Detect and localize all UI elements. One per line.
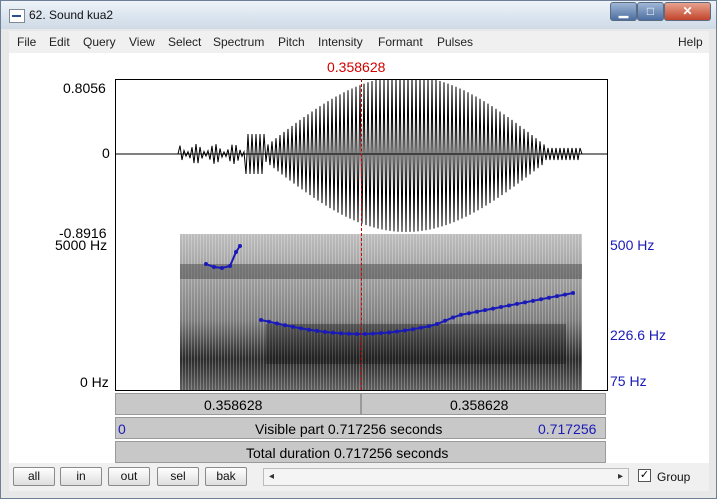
menu-pulses[interactable]: Pulses xyxy=(437,35,473,49)
selection-right-label: 0.358628 xyxy=(450,397,509,413)
pitch-point xyxy=(283,323,287,328)
app-icon xyxy=(9,9,25,23)
pitch-point xyxy=(419,325,423,330)
visible-start-label: 0 xyxy=(118,421,126,437)
pitch-point xyxy=(371,331,375,336)
pitch-point xyxy=(291,324,295,329)
group-checkbox[interactable]: ✓ xyxy=(638,469,651,482)
scroll-left-arrow-icon[interactable]: ◂ xyxy=(264,469,279,485)
pitch-point xyxy=(555,294,559,299)
close-button[interactable]: ✕ xyxy=(664,2,711,21)
spectrogram-min-freq-label: 0 Hz xyxy=(80,374,109,390)
zoom-out-button[interactable]: out xyxy=(108,467,150,486)
pitch-point xyxy=(259,318,263,322)
pitch-point xyxy=(443,318,447,323)
pitch-point xyxy=(228,264,232,268)
zoom-in-button[interactable]: in xyxy=(60,467,102,486)
menu-formant[interactable]: Formant xyxy=(378,35,423,49)
pitch-point xyxy=(571,291,575,296)
pitch-point xyxy=(547,295,551,300)
menu-help[interactable]: Help xyxy=(678,35,703,49)
pitch-point xyxy=(267,319,271,324)
pitch-point xyxy=(387,330,391,335)
cursor-time-label: 0.358628 xyxy=(327,59,386,75)
pitch-point xyxy=(331,330,335,335)
pitch-point xyxy=(531,298,535,303)
pitch-point xyxy=(323,329,327,334)
zoom-selection-button[interactable]: sel xyxy=(157,467,199,486)
menu-intensity[interactable]: Intensity xyxy=(318,35,363,49)
visible-part-bar[interactable]: 0 Visible part 0.717256 seconds 0.717256 xyxy=(115,417,606,439)
horizontal-scrollbar[interactable]: ◂ ▸ xyxy=(263,468,629,486)
pitch-point xyxy=(307,327,311,332)
pitch-point xyxy=(507,303,511,308)
selection-left-bar[interactable]: 0.358628 xyxy=(115,393,361,415)
selection-right-bar[interactable]: 0.358628 xyxy=(361,393,606,415)
pitch-point xyxy=(427,324,431,329)
pitch-point xyxy=(315,328,319,333)
pitch-point xyxy=(411,327,415,332)
menu-file[interactable]: File xyxy=(17,35,36,49)
pitch-point xyxy=(475,309,479,314)
all-button[interactable]: all xyxy=(13,467,55,486)
pitch-point xyxy=(204,262,208,266)
selection-left-label: 0.358628 xyxy=(204,397,263,413)
visible-part-label: Visible part 0.717256 seconds xyxy=(255,421,443,437)
minimize-button[interactable]: ▁ xyxy=(610,2,637,21)
title-bar[interactable]: 62. Sound kua2 ▁ □ ✕ xyxy=(1,1,716,29)
total-duration-bar[interactable]: Total duration 0.717256 seconds xyxy=(115,441,606,463)
pitch-point xyxy=(403,328,407,333)
pitch-point xyxy=(459,312,463,317)
bottom-toolbar: all in out sel bak ◂ ▸ ✓ Group xyxy=(9,463,709,491)
pitch-point xyxy=(563,292,567,297)
cursor-line xyxy=(361,79,362,390)
pitch-point xyxy=(451,315,455,320)
pitch-point xyxy=(220,266,224,270)
pitch-point xyxy=(499,305,503,310)
pitch-point xyxy=(212,265,216,269)
pitch-point xyxy=(275,321,279,326)
total-duration-label: Total duration 0.717256 seconds xyxy=(246,445,449,461)
menu-bar: File Edit Query View Select Spectrum Pit… xyxy=(9,31,709,53)
pitch-max-label: 500 Hz xyxy=(610,237,655,253)
pitch-point xyxy=(491,306,495,311)
waveform-zero-label: 0 xyxy=(102,145,110,161)
pitch-point xyxy=(234,250,238,254)
praat-sound-window: 62. Sound kua2 ▁ □ ✕ File Edit Query Vie… xyxy=(0,0,717,499)
pitch-point xyxy=(347,331,351,336)
pitch-point xyxy=(435,322,439,327)
maximize-button[interactable]: □ xyxy=(637,2,664,21)
pitch-point xyxy=(467,311,471,316)
window-title: 62. Sound kua2 xyxy=(29,8,114,22)
pitch-point xyxy=(355,331,359,336)
pitch-point xyxy=(299,326,303,331)
pitch-point xyxy=(523,300,527,305)
menu-select[interactable]: Select xyxy=(168,35,201,49)
group-label: Group xyxy=(657,470,691,484)
pitch-point xyxy=(539,297,543,302)
pitch-point xyxy=(395,329,399,334)
menu-edit[interactable]: Edit xyxy=(49,35,70,49)
menu-spectrum[interactable]: Spectrum xyxy=(213,35,264,49)
pitch-point xyxy=(238,244,242,248)
menu-pitch[interactable]: Pitch xyxy=(278,35,305,49)
scroll-right-arrow-icon[interactable]: ▸ xyxy=(613,469,628,485)
spectrogram-max-freq-label: 5000 Hz xyxy=(55,237,108,253)
visible-end-label: 0.717256 xyxy=(538,421,597,437)
waveform-ymax-label: 0.8056 xyxy=(63,80,106,96)
pitch-point xyxy=(339,331,343,336)
pitch-point xyxy=(515,301,519,306)
pitch-point xyxy=(483,308,487,313)
pitch-point xyxy=(363,331,367,336)
pitch-current-label: 226.6 Hz xyxy=(610,327,667,343)
zoom-back-button[interactable]: bak xyxy=(205,467,247,486)
pitch-point xyxy=(379,331,383,336)
menu-query[interactable]: Query xyxy=(83,35,116,49)
menu-view[interactable]: View xyxy=(129,35,155,49)
pitch-min-label: 75 Hz xyxy=(610,373,647,389)
